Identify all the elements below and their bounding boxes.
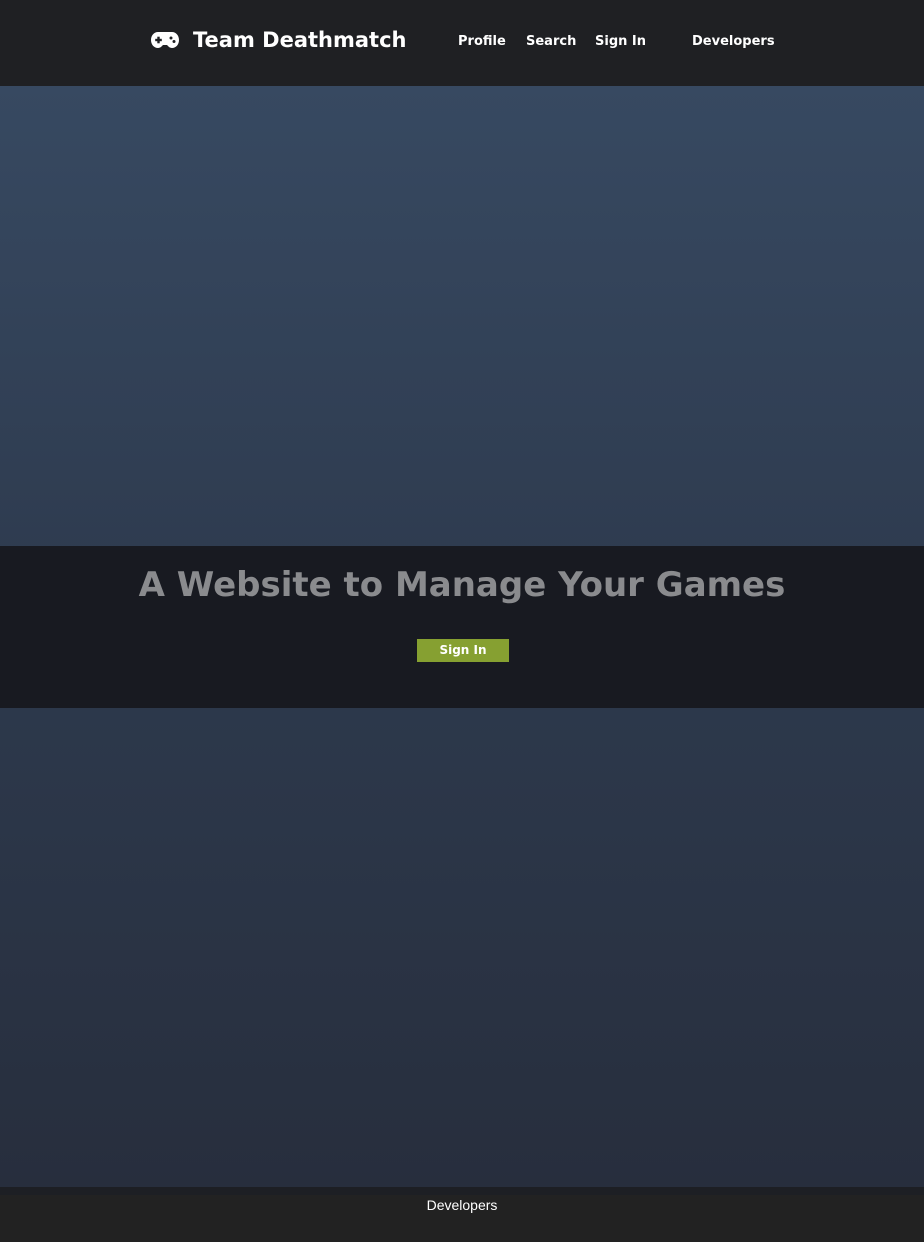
footer-divider <box>0 1187 924 1195</box>
brand[interactable]: Team Deathmatch <box>151 25 406 55</box>
site-title: Team Deathmatch <box>193 28 407 52</box>
footer-developers-link[interactable]: Developers <box>0 1196 924 1214</box>
footer: Developers <box>0 1187 924 1242</box>
sign-in-button[interactable]: Sign In <box>417 639 509 662</box>
navbar: Team Deathmatch Profile Search Sign In D… <box>0 0 924 86</box>
nav-sign-in-link[interactable]: Sign In <box>595 33 646 51</box>
gamepad-icon <box>151 32 179 48</box>
nav-developers-link[interactable]: Developers <box>692 33 775 51</box>
nav-search-link[interactable]: Search <box>526 33 576 51</box>
page: Team Deathmatch Profile Search Sign In D… <box>0 0 924 1242</box>
hero-headline: A Website to Manage Your Games <box>138 565 786 605</box>
nav-profile-link[interactable]: Profile <box>458 33 506 51</box>
